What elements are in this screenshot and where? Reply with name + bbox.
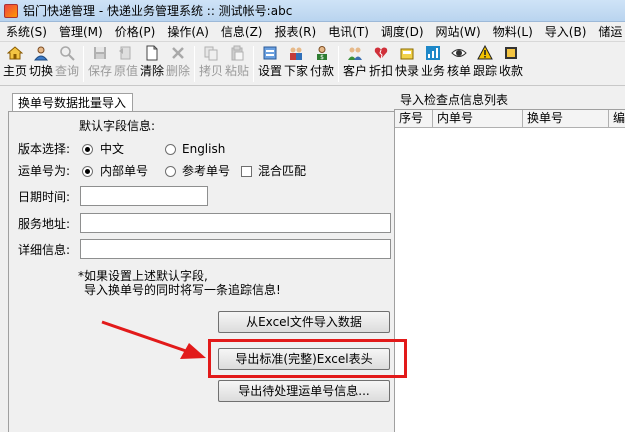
tab-batch-import[interactable]: 换单号数据批量导入 — [12, 93, 133, 112]
menu-telecom[interactable]: 电讯(T) — [322, 22, 375, 41]
waybill-internal-radio[interactable] — [82, 166, 93, 177]
quick-entry-icon — [400, 48, 414, 60]
business-chart-icon — [426, 46, 440, 60]
delete-button[interactable]: 删除 — [166, 42, 190, 80]
save-button[interactable]: 保存 — [88, 42, 112, 80]
menu-manage[interactable]: 管理(M) — [53, 22, 109, 41]
new-document-icon — [146, 45, 158, 61]
collect-button[interactable]: 收款 — [499, 42, 523, 80]
column-header-new-no[interactable]: 换单号 — [523, 110, 609, 128]
verify-button[interactable]: 核单 — [447, 42, 471, 80]
customers-icon — [348, 47, 362, 60]
downstream-button[interactable]: 下家 — [284, 42, 308, 80]
version-label: 版本选择: — [18, 142, 71, 156]
defaults-heading: 默认字段信息: — [79, 119, 156, 133]
waybill-internal-label: 内部单号 — [100, 164, 149, 178]
paste-icon — [231, 45, 244, 61]
customer-button[interactable]: 客户 — [343, 42, 367, 80]
toolbar-separator — [338, 46, 339, 82]
query-button[interactable]: 查询 — [55, 42, 79, 80]
menu-report[interactable]: 报表(R) — [268, 22, 322, 41]
home-icon — [7, 46, 23, 60]
note-line-2: 导入换单号的同时将写一条追踪信息! — [84, 283, 281, 297]
checkpoint-list-title: 导入检查点信息列表 — [400, 93, 509, 107]
copy-button[interactable]: 拷贝 — [199, 42, 223, 80]
column-header-internal-no[interactable]: 内单号 — [433, 110, 523, 128]
version-chinese-label: 中文 — [100, 142, 125, 156]
people-group-icon — [290, 47, 302, 60]
menu-dispatch[interactable]: 调度(D) — [375, 22, 430, 41]
quick-entry-button[interactable]: 快录 — [395, 42, 419, 80]
window-title: 铝门快递管理 - 快递业务管理系统 :: 测试帐号:abc — [23, 4, 293, 18]
export-pending-button[interactable]: 导出待处理运单号信息... — [218, 380, 390, 402]
payment-icon: $ — [317, 46, 327, 61]
waybill-reference-label: 参考单号 — [182, 164, 231, 178]
mixed-match-checkbox[interactable] — [241, 166, 252, 177]
payment-button[interactable]: $ 付款 — [310, 42, 334, 80]
menu-operation[interactable]: 操作(A) — [161, 22, 215, 41]
service-address-field[interactable] — [80, 213, 391, 233]
grid-header: 序号 内单号 换单号 编 — [395, 110, 625, 128]
batch-import-panel: 默认字段信息: 版本选择: 中文 English 运单号为: 内部单号 参考单号… — [8, 111, 394, 432]
app-icon — [4, 3, 18, 18]
switch-user-icon — [33, 46, 49, 61]
collect-money-icon — [505, 47, 517, 59]
menu-storage[interactable]: 储运 — [592, 22, 625, 41]
menu-info[interactable]: 信息(Z) — [215, 22, 269, 41]
annotation-highlight-box — [208, 339, 407, 378]
save-icon — [94, 47, 106, 59]
menu-bar: 系统(S) 管理(M) 价格(P) 操作(A) 信息(Z) 报表(R) 电讯(T… — [0, 22, 625, 42]
column-header-seq[interactable]: 序号 — [395, 110, 433, 128]
switch-button[interactable]: 切换 — [29, 42, 53, 80]
track-button[interactable]: 跟踪 — [473, 42, 497, 80]
home-button[interactable]: 主页 — [3, 42, 27, 80]
discount-button[interactable]: 折扣 — [369, 42, 393, 80]
waybill-reference-radio[interactable] — [165, 166, 176, 177]
track-warning-icon — [477, 45, 493, 60]
svg-text:$: $ — [320, 54, 324, 61]
toolbar-separator — [253, 46, 254, 82]
service-address-label: 服务地址: — [18, 217, 71, 231]
clear-button[interactable]: 清除 — [140, 42, 164, 80]
business-button[interactable]: 业务 — [421, 42, 445, 80]
delete-icon — [172, 47, 184, 59]
import-excel-button[interactable]: 从Excel文件导入数据 — [218, 311, 390, 333]
title-bar: 铝门快递管理 - 快递业务管理系统 :: 测试帐号:abc — [0, 0, 625, 22]
paste-button[interactable]: 粘贴 — [225, 42, 249, 80]
menu-import[interactable]: 导入(B) — [539, 22, 593, 41]
menu-price[interactable]: 价格(P) — [109, 22, 162, 41]
restore-icon — [119, 46, 131, 60]
settings-button[interactable]: 设置 — [258, 42, 282, 80]
date-label: 日期时间: — [18, 190, 71, 204]
menu-system[interactable]: 系统(S) — [0, 22, 53, 41]
date-field[interactable] — [80, 186, 208, 206]
version-english-label: English — [182, 142, 226, 156]
menu-material[interactable]: 物料(L) — [487, 22, 539, 41]
copy-icon — [204, 46, 218, 61]
note-line-1: *如果设置上述默认字段, — [78, 269, 208, 283]
restore-button[interactable]: 原值 — [114, 42, 138, 80]
detail-info-field[interactable] — [80, 239, 391, 259]
toolbar-separator — [83, 46, 84, 82]
search-icon — [60, 46, 75, 61]
waybill-label: 运单号为: — [18, 164, 71, 178]
settings-icon — [263, 46, 277, 60]
checkpoint-list-grid[interactable]: 序号 内单号 换单号 编 — [394, 109, 625, 432]
toolbar-separator — [194, 46, 195, 82]
toolbar: 主页 切换 查询 保存 原值 清除 删除 拷贝 粘贴 设置 下家 $ 付款 客户… — [0, 42, 625, 86]
menu-website[interactable]: 网站(W) — [430, 22, 487, 41]
column-header-extra[interactable]: 编 — [609, 110, 625, 128]
version-chinese-radio[interactable] — [82, 144, 93, 155]
broken-heart-icon — [374, 47, 388, 60]
mixed-match-label: 混合匹配 — [258, 164, 307, 178]
version-english-radio[interactable] — [165, 144, 176, 155]
eye-icon — [451, 49, 467, 57]
detail-info-label: 详细信息: — [18, 243, 71, 257]
